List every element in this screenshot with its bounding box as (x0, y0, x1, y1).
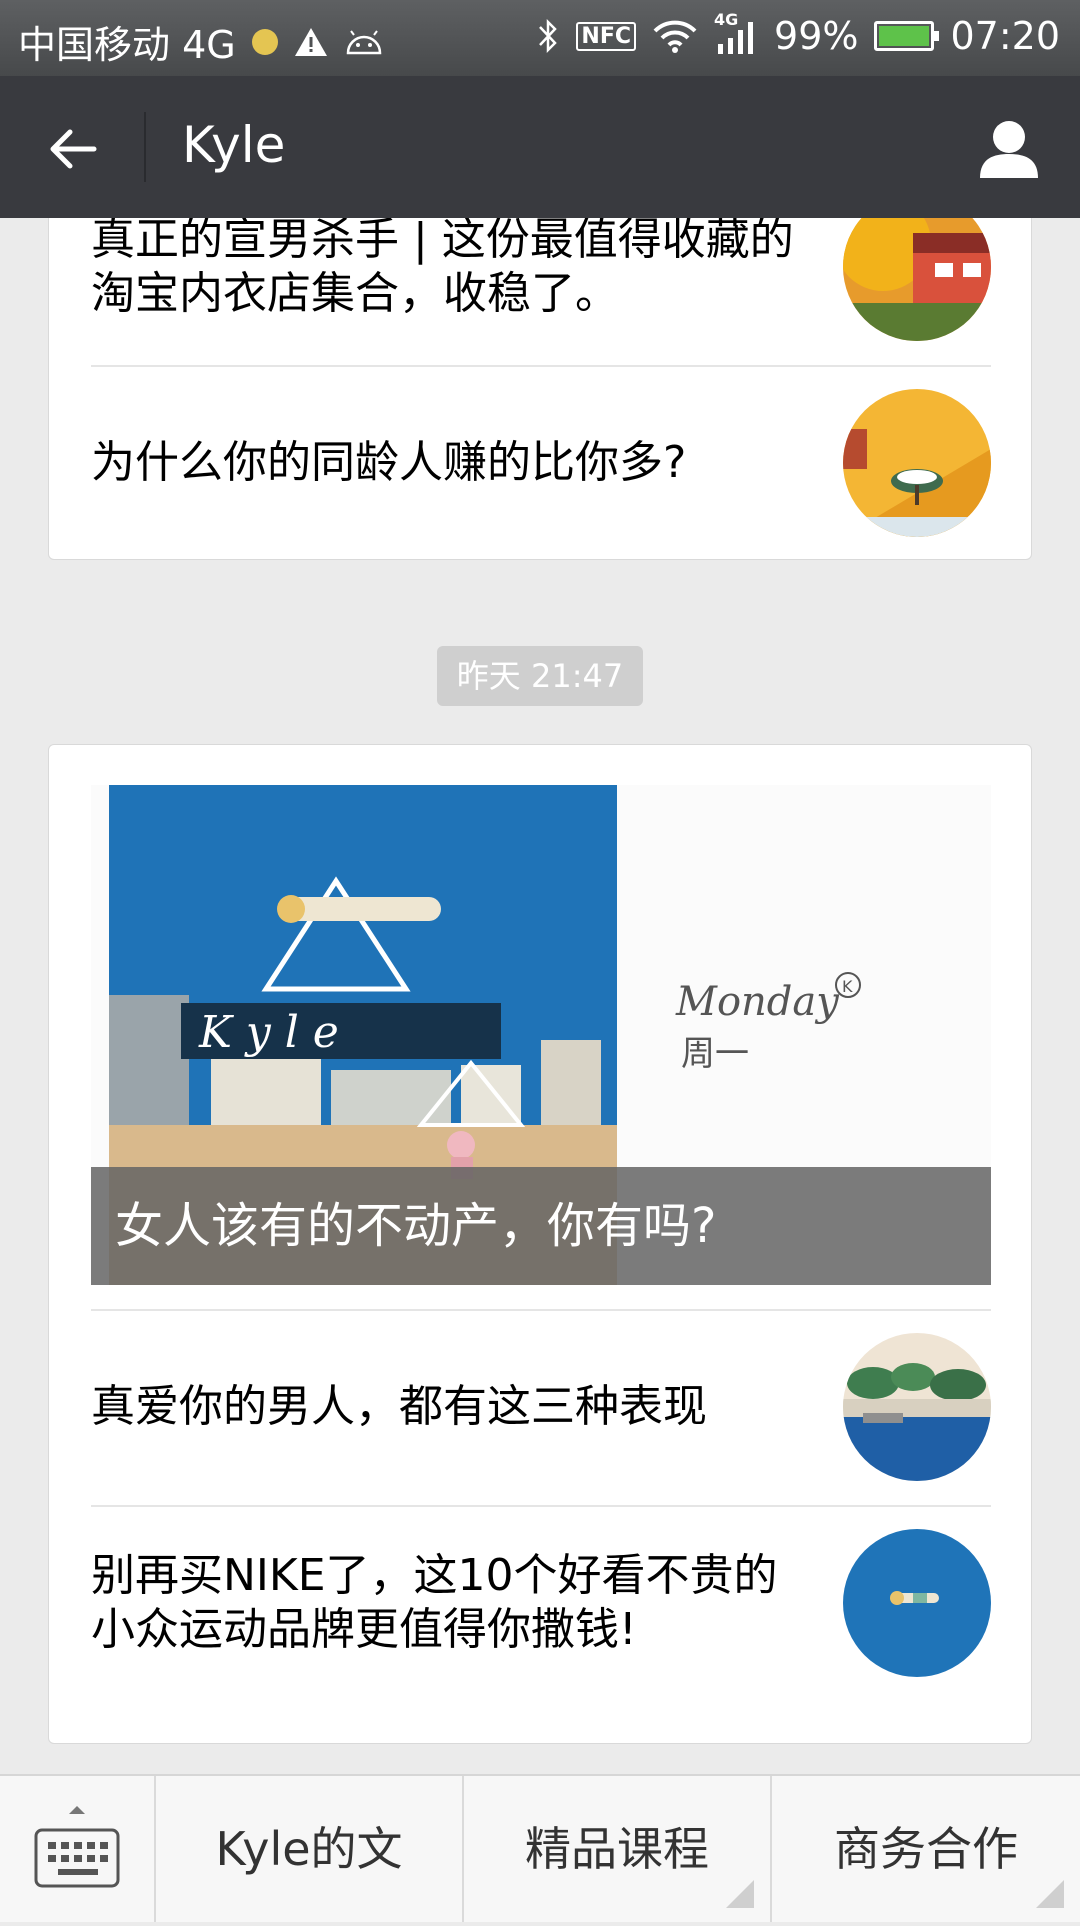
article-title: 别再买NIKE了，这10个好看不贵的小众运动品牌更值得你撒钱! (91, 1550, 778, 1655)
article-item[interactable]: 别再买NIKE了，这10个好看不贵的小众运动品牌更值得你撒钱! (91, 1505, 991, 1701)
cover-article[interactable]: K y l e Monday K 周一 女人该有的不动产，你有吗? (91, 785, 991, 1285)
bottom-menu: Kyle的文 精品课程 商务合作 (0, 1774, 1080, 1922)
message-list: 真正的宣男杀手 | 这份最值得收藏的淘宝内衣店集合，收稳了。 为什么你的同龄人赚… (0, 218, 1080, 1774)
wifi-icon (653, 20, 697, 53)
back-arrow-icon[interactable] (44, 119, 104, 179)
keyboard-icon (34, 1806, 120, 1888)
battery-icon (874, 21, 940, 51)
menu-item-label: Kyle的文 (215, 1822, 403, 1876)
article-title: 真正的宣男杀手 | 这份最值得收藏的淘宝内衣店集合，收稳了。 (91, 218, 794, 319)
status-bar: 中国移动 4G NFC 4G 99% 07:20 (0, 0, 1080, 76)
submenu-corner-icon (1036, 1880, 1064, 1908)
title-bar: Kyle (0, 76, 1080, 218)
cover-brand-mark: K (842, 977, 853, 996)
autumn-house-thumbnail (843, 218, 991, 341)
article-card: K y l e Monday K 周一 女人该有的不动产，你有吗? 真爱你的男人… (48, 744, 1032, 1744)
article-item[interactable]: 为什么你的同龄人赚的比你多? (91, 365, 991, 561)
menu-item-label: 商务合作 (834, 1822, 1018, 1876)
article-title: 为什么你的同龄人赚的比你多? (91, 437, 687, 488)
battery-percent: 99% (774, 14, 859, 58)
nfc-icon: NFC (576, 21, 637, 51)
status-left: 中国移动 4G (18, 14, 384, 69)
notification-dot-icon (251, 28, 278, 55)
cover-brand-sub: 周一 (681, 1034, 749, 1074)
submenu-corner-icon (726, 1880, 754, 1908)
keyboard-toggle-button[interactable] (0, 1776, 156, 1922)
page-title: Kyle (182, 116, 286, 174)
cell-signal-icon: 4G (714, 10, 758, 56)
article-title: 真爱你的男人，都有这三种表现 (91, 1381, 707, 1432)
clock: 07:20 (950, 14, 1060, 58)
floating-person-thumbnail (843, 1529, 991, 1677)
menu-item-courses[interactable]: 精品课程 (464, 1776, 772, 1922)
menu-item-business[interactable]: 商务合作 (772, 1776, 1080, 1922)
warning-icon (294, 27, 327, 56)
cover-brand: Monday (675, 979, 840, 1025)
title-divider (144, 112, 146, 182)
yellow-wall-tree-thumbnail (843, 389, 991, 537)
article-item[interactable]: 真爱你的男人，都有这三种表现 (91, 1309, 991, 1505)
article-item[interactable]: 真正的宣男杀手 | 这份最值得收藏的淘宝内衣店集合，收稳了。 (91, 218, 991, 365)
menu-item-articles[interactable]: Kyle的文 (156, 1776, 464, 1922)
timestamp-badge: 昨天 21:47 (437, 646, 643, 706)
status-right: NFC 4G 99% 07:20 (536, 10, 1060, 58)
cover-logo-text: K y l e (198, 1007, 339, 1058)
person-icon[interactable] (976, 116, 1042, 182)
article-card: 真正的宣男杀手 | 这份最值得收藏的淘宝内衣店集合，收稳了。 为什么你的同龄人赚… (48, 218, 1032, 560)
android-icon (346, 29, 381, 54)
menu-item-label: 精品课程 (525, 1822, 709, 1876)
lake-trees-thumbnail (843, 1333, 991, 1481)
bluetooth-icon (539, 18, 558, 54)
carrier-label: 中国移动 4G (18, 23, 236, 67)
cover-title: 女人该有的不动产，你有吗? (91, 1167, 991, 1285)
